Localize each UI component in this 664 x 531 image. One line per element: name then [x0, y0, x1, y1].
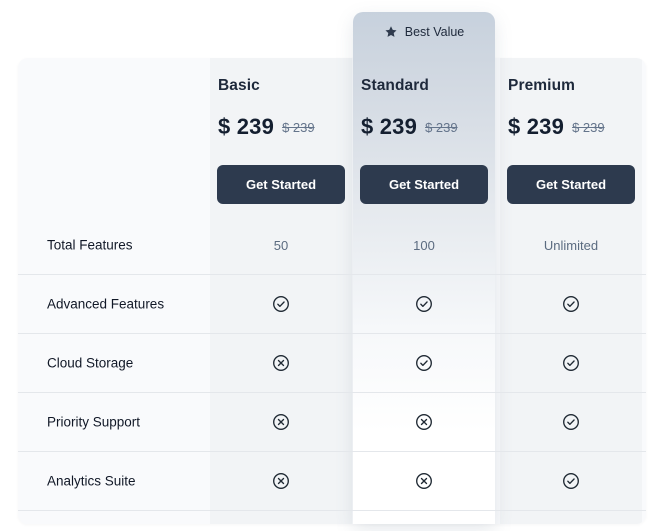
check-circle-icon	[562, 472, 580, 490]
check-circle-icon	[562, 295, 580, 313]
plan-price-premium: $ 239	[508, 114, 564, 140]
feature-cell-standard	[353, 452, 495, 510]
feature-cell-basic	[210, 275, 352, 333]
star-icon	[384, 25, 398, 39]
feature-cell-premium	[500, 334, 642, 392]
x-circle-icon	[415, 472, 433, 490]
plan-header-standard: Standard $ 239 $ 239 Get Started	[353, 58, 495, 216]
feature-rows: Total Features 50 100 Unlimited Advanced F…	[18, 216, 646, 511]
plan-name-standard: Standard	[361, 77, 429, 95]
feature-value: 100	[413, 238, 435, 253]
feature-cell-standard	[353, 275, 495, 333]
feature-cell-standard	[353, 334, 495, 392]
plan-price-standard: $ 239	[361, 114, 417, 140]
feature-cell-basic	[210, 393, 352, 451]
check-circle-icon	[415, 295, 433, 313]
check-circle-icon	[272, 295, 290, 313]
feature-row-total-features: Total Features 50 100 Unlimited	[18, 216, 646, 275]
feature-row-cloud-storage: Cloud Storage	[18, 334, 646, 393]
x-circle-icon	[415, 413, 433, 431]
plan-header-premium: Premium $ 239 $ 239 Get Started	[500, 58, 642, 216]
get-started-button-basic[interactable]: Get Started	[217, 165, 345, 204]
feature-label: Total Features	[47, 238, 133, 253]
feature-cell-basic	[210, 452, 352, 510]
get-started-button-standard[interactable]: Get Started	[360, 165, 488, 204]
check-circle-icon	[415, 354, 433, 372]
feature-cell-premium	[500, 393, 642, 451]
feature-label: Analytics Suite	[47, 474, 136, 489]
feature-cell-premium: Unlimited	[500, 216, 642, 274]
x-circle-icon	[272, 413, 290, 431]
pricing-page: Best Value Basic $ 239 $ 239 Get Started…	[0, 0, 664, 531]
check-circle-icon	[562, 354, 580, 372]
feature-cell-basic: 50	[210, 216, 352, 274]
x-circle-icon	[272, 354, 290, 372]
plan-price-basic: $ 239	[218, 114, 274, 140]
plan-name-basic: Basic	[218, 77, 260, 95]
best-value-label: Best Value	[405, 25, 465, 39]
plan-header-basic: Basic $ 239 $ 239 Get Started	[210, 58, 352, 216]
feature-label: Advanced Features	[47, 297, 164, 312]
check-circle-icon	[562, 413, 580, 431]
plan-old-price-standard: $ 239	[425, 120, 458, 135]
feature-cell-standard: 100	[353, 216, 495, 274]
feature-cell-premium	[500, 452, 642, 510]
get-started-button-premium[interactable]: Get Started	[507, 165, 635, 204]
plan-old-price-basic: $ 239	[282, 120, 315, 135]
pricing-table: Basic $ 239 $ 239 Get Started Standard $…	[18, 58, 646, 524]
feature-cell-standard	[353, 393, 495, 451]
feature-label: Priority Support	[47, 415, 140, 430]
feature-cell-basic	[210, 334, 352, 392]
feature-cell-premium	[500, 275, 642, 333]
feature-label: Cloud Storage	[47, 356, 133, 371]
x-circle-icon	[272, 472, 290, 490]
feature-row-analytics-suite: Analytics Suite	[18, 452, 646, 511]
feature-row-advanced-features: Advanced Features	[18, 275, 646, 334]
best-value-badge: Best Value	[353, 12, 495, 52]
feature-value: 50	[274, 238, 288, 253]
feature-value: Unlimited	[544, 238, 598, 253]
plan-name-premium: Premium	[508, 77, 575, 95]
feature-row-priority-support: Priority Support	[18, 393, 646, 452]
plan-old-price-premium: $ 239	[572, 120, 605, 135]
